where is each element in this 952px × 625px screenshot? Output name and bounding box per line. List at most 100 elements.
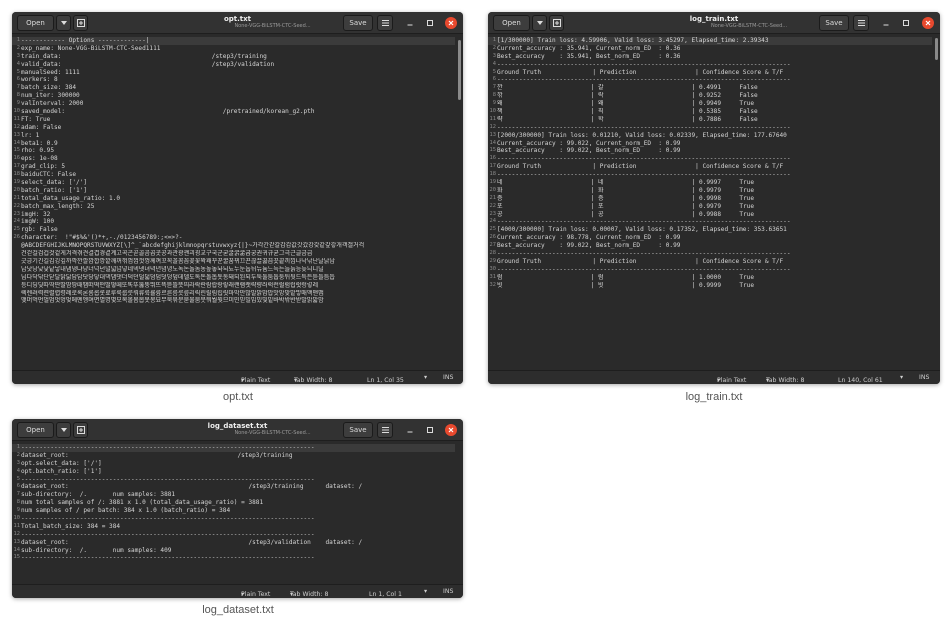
code-line[interactable]: 4 valid_data: /step3/validation	[12, 61, 455, 69]
close-button[interactable]	[445, 17, 457, 29]
code-line[interactable]: 12 --------------------------------------…	[488, 124, 932, 132]
code-line[interactable]: 3 train_data: /step3/training	[12, 53, 455, 61]
code-line[interactable]: 28 --------------------------------------…	[488, 250, 932, 258]
code-line[interactable]: 5 Ground Truth | Prediction | Confidence …	[488, 69, 932, 77]
code-line[interactable]: 10 saved_model: /pretrained/korean_g2.pth	[12, 108, 455, 116]
chevron-down-icon[interactable]: ▾	[900, 374, 903, 381]
code-line[interactable]: 16 eps: 1e-08	[12, 155, 455, 163]
code-line[interactable]: 긋긍기긴길김깅깊까깍깐깔깜깝깡깥깨꺼꺾껌껍껏껑께껴꼬꼭꼴꼼꼽꽂꽃꽉꽤꾸꾼꿀꿈뀌끄…	[12, 258, 455, 266]
code-line[interactable]: 건걷걸검겁것겉게겨격겪견결겹경곁계고곡곤곧골곰곱곳공과관광괜괴굉교구국군굳굴굵굶…	[12, 250, 455, 258]
insert-mode[interactable]: INS	[443, 374, 453, 381]
code-line[interactable]: 7깐 | 갈 | 0.4991 False	[488, 84, 932, 92]
code-line[interactable]: 15 --------------------------------------…	[12, 554, 455, 562]
code-line[interactable]: 11 Total_batch_size: 384 = 384	[12, 523, 455, 531]
code-line[interactable]: 26 character: !"#$%&'()*+,-./0123456789:;…	[12, 234, 455, 242]
code-line[interactable]: 1 ---------------------------------------…	[12, 444, 455, 452]
code-line[interactable]: 렉렌려력련렬렵령례로록론롬롭롯료루룩룹룻뤄류륙률륭르른름릇릎리릭린릴림립릿마막만…	[12, 290, 455, 298]
code-line[interactable]: 14 Current_accuracy : 99.022, Current_nor…	[488, 140, 932, 148]
code-line[interactable]: 2 dataset_root: /step3/training	[12, 452, 455, 460]
code-line[interactable]: 6 workers: 8	[12, 76, 455, 84]
open-button[interactable]: Open	[493, 15, 530, 31]
code-line[interactable]: 25 [4000/300000] Train loss: 0.00007, Val…	[488, 226, 932, 234]
code-line[interactable]: 32 빗 | 빗 | 0.9999 True	[488, 282, 932, 290]
code-line[interactable]: 15 rho: 0.95	[12, 147, 455, 155]
code-line[interactable]: 18 --------------------------------------…	[488, 171, 932, 179]
code-line[interactable]: 13 lr: 1	[12, 132, 455, 140]
code-line[interactable]: 25 rgb: False	[12, 226, 455, 234]
code-line[interactable]: 19 네 | 네 | 0.9997 True	[488, 179, 932, 187]
code-line[interactable]: 24 imgW: 100	[12, 218, 455, 226]
minimize-button[interactable]	[405, 18, 415, 28]
maximize-button[interactable]	[425, 18, 435, 28]
save-button[interactable]: Save	[819, 15, 849, 31]
new-window-button[interactable]	[549, 15, 564, 31]
code-line[interactable]: 22 포 | 포 | 0.9979 True	[488, 203, 932, 211]
code-line[interactable]: 4 ---------------------------------------…	[488, 61, 932, 69]
code-line[interactable]: 5 ---------------------------------------…	[12, 476, 455, 484]
new-window-button[interactable]	[73, 422, 88, 438]
insert-mode[interactable]: INS	[443, 588, 453, 595]
code-line[interactable]: 1 [1/300000] Train loss: 4.59906, Valid l…	[488, 37, 932, 45]
code-line[interactable]: 23 imgH: 32	[12, 211, 455, 219]
vertical-scrollbar[interactable]	[935, 38, 938, 60]
code-line[interactable]: 등디딩딪따딱딴딸땀땅때땜떠떡떤떨떻떼또똑뚜뚫뚱뛰뜨뜩뜯뜰뜻띄라락란람랍랑랗래랜램…	[12, 282, 455, 290]
code-line[interactable]: 2 exp_name: None-VGG-BiLSTM-CTC-Seed1111	[12, 45, 455, 53]
code-line[interactable]: 4 opt.batch_ratio: ['1']	[12, 468, 455, 476]
code-line[interactable]: 1 ------------ Options -------------|	[12, 37, 455, 45]
open-menu-button[interactable]	[56, 422, 71, 438]
code-line[interactable]: 6 dataset_root: /step3/training dataset: …	[12, 483, 455, 491]
open-button[interactable]: Open	[17, 422, 54, 438]
new-window-button[interactable]	[73, 15, 88, 31]
code-line[interactable]: 14 beta1: 0.9	[12, 140, 455, 148]
code-line[interactable]: 9 valInterval: 2000	[12, 100, 455, 108]
text-area[interactable]: 1 [1/300000] Train loss: 4.59906, Valid l…	[488, 34, 940, 370]
code-line[interactable]: 맺머먹먼멀멈멋멍멎메멘멩며면멸명몇모목몰몸몹못몽묘무묵묶문묻물뭄뭇뭐뭘뭣므미민믿…	[12, 297, 455, 305]
open-menu-button[interactable]	[56, 15, 71, 31]
open-menu-button[interactable]	[532, 15, 547, 31]
code-line[interactable]: 9 num samples of / per batch: 384 x 1.0 (…	[12, 507, 455, 515]
code-line[interactable]: 13 dataset_root: /step3/validation datase…	[12, 539, 455, 547]
code-line[interactable]: 16 --------------------------------------…	[488, 155, 932, 163]
vertical-scrollbar[interactable]	[458, 40, 461, 100]
code-line[interactable]: 24 --------------------------------------…	[488, 218, 932, 226]
chevron-down-icon[interactable]: ▾	[424, 374, 427, 381]
code-line[interactable]: 27 Best_accuracy : 99.022, Best_norm_ED :…	[488, 242, 932, 250]
close-button[interactable]	[922, 17, 934, 29]
code-line[interactable]: 님다닥닦단닫달닭닮담답닷당닿대댁댐댓더덕던덜덟덤덥덧덩덮데델도독돈돌돕돗동돼되된…	[12, 274, 455, 282]
code-line[interactable]: 21 total_data_usage_ratio: 1.0	[12, 195, 455, 203]
code-line[interactable]: 8깎 | 락 | 0.9252 False	[488, 92, 932, 100]
code-line[interactable]: 17 Ground Truth | Prediction | Confidence…	[488, 163, 932, 171]
code-line[interactable]: 20 batch_ratio: ['1']	[12, 187, 455, 195]
code-line[interactable]: 8 num total samples of /: 3881 x 1.0 (tot…	[12, 499, 455, 507]
code-line[interactable]: 7 batch_size: 384	[12, 84, 455, 92]
code-line[interactable]: 17 grad_clip: 5	[12, 163, 455, 171]
chevron-down-icon[interactable]: ▾	[424, 588, 427, 595]
code-line[interactable]: 31 럼 | 럼 | 1.0000 True	[488, 274, 932, 282]
text-area[interactable]: 1 ---------------------------------------…	[12, 441, 463, 584]
code-line[interactable]: 29 Ground Truth | Prediction | Confidence…	[488, 258, 932, 266]
code-line[interactable]: 11 FT: True	[12, 116, 455, 124]
code-line[interactable]: 22 batch_max_length: 25	[12, 203, 455, 211]
code-line[interactable]: 19 select_data: ['/']	[12, 179, 455, 187]
code-line[interactable]: 26 Current_accuracy : 98.778, Current_nor…	[488, 234, 932, 242]
minimize-button[interactable]	[881, 18, 891, 28]
code-line[interactable]: 21 층 | 층 | 0.9998 True	[488, 195, 932, 203]
code-line[interactable]: 9왜 | 왜 | 0.9949 True	[488, 100, 932, 108]
hamburger-menu-button[interactable]	[853, 15, 869, 31]
minimize-button[interactable]	[405, 425, 415, 435]
code-line[interactable]: 20 화 | 화 | 0.9979 True	[488, 187, 932, 195]
save-button[interactable]: Save	[343, 422, 373, 438]
code-line[interactable]: 15 Best_accuracy : 99.022, Best_norm_ED :…	[488, 147, 932, 155]
open-button[interactable]: Open	[17, 15, 54, 31]
save-button[interactable]: Save	[343, 15, 373, 31]
close-button[interactable]	[445, 424, 457, 436]
code-line[interactable]: 18 baiduCTC: False	[12, 171, 455, 179]
code-line[interactable]: 6 ---------------------------------------…	[488, 76, 932, 84]
code-line[interactable]: 13 [2000/300000] Train loss: 0.01210, Val…	[488, 132, 932, 140]
code-line[interactable]: 납낫낭낮낯낱낳내냄냉냐냥너넉넌널넓넘넣네넥넷녀녁년념녕노녹논놀놈농높놓놔뇌뇨누눈…	[12, 266, 455, 274]
maximize-button[interactable]	[901, 18, 911, 28]
code-line[interactable]: 3 opt.select_data: ['/']	[12, 460, 455, 468]
code-line[interactable]: 12 adam: False	[12, 124, 455, 132]
code-line[interactable]: 30 --------------------------------------…	[488, 266, 932, 274]
code-line[interactable]: 7 sub-directory: /. num samples: 3881	[12, 491, 455, 499]
